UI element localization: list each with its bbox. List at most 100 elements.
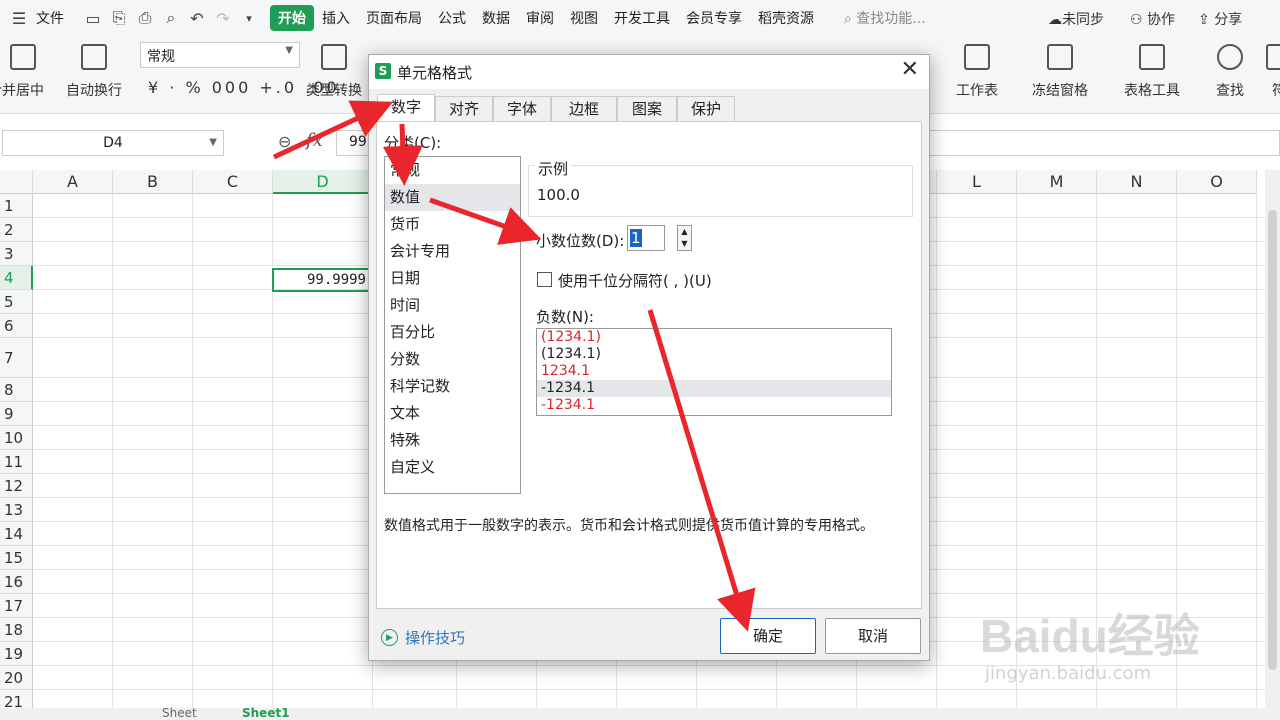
category-date[interactable]: 日期 xyxy=(385,265,520,292)
tab-data[interactable]: 数据 xyxy=(474,8,518,28)
fx-icon[interactable]: fx xyxy=(306,130,323,151)
category-currency[interactable]: 货币 xyxy=(385,211,520,238)
column-header-m[interactable]: M xyxy=(1017,170,1097,194)
column-header-a[interactable]: A xyxy=(33,170,113,194)
spin-up-icon[interactable]: ▲ xyxy=(678,226,691,238)
dialog-titlebar[interactable]: S 单元格格式 ✕ xyxy=(369,55,929,89)
tab-review[interactable]: 审阅 xyxy=(518,8,562,28)
name-box[interactable]: D4 ▼ xyxy=(2,130,224,156)
negative-option[interactable]: (1234.1) xyxy=(537,329,891,346)
tips-link[interactable]: 操作技巧 xyxy=(405,627,465,648)
ok-button[interactable]: 确定 xyxy=(720,618,816,654)
hamburger-menu-icon[interactable]: ☰ xyxy=(6,5,32,31)
category-accounting[interactable]: 会计专用 xyxy=(385,238,520,265)
column-header-o[interactable]: O xyxy=(1177,170,1257,194)
tab-docer[interactable]: 稻壳资源 xyxy=(750,8,822,28)
row-header[interactable]: 6 xyxy=(0,314,33,338)
formula-input-right[interactable] xyxy=(928,130,1280,156)
negative-option[interactable]: -1234.1 xyxy=(537,397,891,414)
table-tools-button[interactable]: 表格工具 xyxy=(1124,44,1180,100)
symbol-button[interactable]: 符 xyxy=(1266,44,1280,100)
decimal-stepper[interactable]: ▲ ▼ xyxy=(677,225,692,251)
sheet-tab[interactable]: Sheet xyxy=(162,706,197,720)
row-header[interactable]: 15 xyxy=(0,546,33,570)
number-format-select[interactable]: 常规 ▼ xyxy=(140,42,300,68)
freeze-panes-button[interactable]: 冻结窗格 xyxy=(1032,44,1088,100)
wrap-text-button[interactable]: 自动换行 xyxy=(66,44,122,100)
negative-option[interactable]: (1234.1) xyxy=(537,346,891,363)
category-special[interactable]: 特殊 xyxy=(385,427,520,454)
tab-member[interactable]: 会员专享 xyxy=(678,8,750,28)
merge-center-button[interactable]: 合并居中 xyxy=(0,44,44,100)
row-header[interactable]: 9 xyxy=(0,402,33,426)
customize-quick-access-icon[interactable]: ▾ xyxy=(236,5,262,31)
negative-numbers-list[interactable]: (1234.1) (1234.1) 1234.1 -1234.1 -1234.1 xyxy=(536,328,892,416)
row-header[interactable]: 7 xyxy=(0,338,33,378)
column-header-b[interactable]: B xyxy=(113,170,193,194)
category-percentage[interactable]: 百分比 xyxy=(385,319,520,346)
find-button[interactable]: 查找 xyxy=(1216,44,1244,100)
category-scientific[interactable]: 科学记数 xyxy=(385,373,520,400)
select-all-corner[interactable] xyxy=(0,170,33,194)
tab-page-layout[interactable]: 页面布局 xyxy=(358,8,430,28)
row-header[interactable]: 19 xyxy=(0,642,33,666)
selected-cell-d4[interactable]: 99.9999 xyxy=(272,268,372,292)
row-header[interactable]: 1 xyxy=(0,194,33,218)
close-icon[interactable]: ✕ xyxy=(901,57,919,82)
zoom-formula-icon[interactable]: ⊖ xyxy=(278,132,291,151)
tab-developer[interactable]: 开发工具 xyxy=(606,8,678,28)
decimal-places-input[interactable]: 1 xyxy=(627,225,665,251)
search-function[interactable]: ⌕ 查找功能... xyxy=(836,8,934,28)
column-header-l[interactable]: L xyxy=(937,170,1017,194)
vertical-scrollbar[interactable] xyxy=(1265,170,1280,710)
row-header[interactable]: 5 xyxy=(0,290,33,314)
row-header[interactable]: 14 xyxy=(0,522,33,546)
row-header[interactable]: 18 xyxy=(0,618,33,642)
thousands-separator-checkbox[interactable] xyxy=(537,272,552,287)
tab-home[interactable]: 开始 xyxy=(270,5,314,31)
row-header[interactable]: 10 xyxy=(0,426,33,450)
negative-option[interactable]: 1234.1 xyxy=(537,363,891,380)
negative-option-selected[interactable]: -1234.1 xyxy=(537,380,891,397)
category-number[interactable]: 数值 xyxy=(385,184,520,211)
tab-formulas[interactable]: 公式 xyxy=(430,8,474,28)
row-header[interactable]: 8 xyxy=(0,378,33,402)
row-header[interactable]: 3 xyxy=(0,242,33,266)
column-header-d[interactable]: D xyxy=(273,170,373,194)
collab-button[interactable]: ⚇ 协作 xyxy=(1130,9,1175,29)
row-header[interactable]: 11 xyxy=(0,450,33,474)
scrollbar-thumb[interactable] xyxy=(1268,210,1277,670)
row-header[interactable]: 20 xyxy=(0,666,33,690)
row-header[interactable]: 21 xyxy=(0,690,33,710)
category-custom[interactable]: 自定义 xyxy=(385,454,520,481)
row-header[interactable]: 4 xyxy=(0,266,33,290)
print-preview-icon[interactable]: ⌕ xyxy=(158,5,184,31)
thousands-separator-label[interactable]: 使用千位分隔符( , )(U) xyxy=(558,270,712,291)
column-header-n[interactable]: N xyxy=(1097,170,1177,194)
tab-font[interactable]: 字体 xyxy=(493,96,551,122)
save-icon[interactable]: ▭ xyxy=(80,5,106,31)
row-header[interactable]: 12 xyxy=(0,474,33,498)
tab-border[interactable]: 边框 xyxy=(551,96,617,122)
row-header[interactable]: 16 xyxy=(0,570,33,594)
category-fraction[interactable]: 分数 xyxy=(385,346,520,373)
sync-status[interactable]: ☁未同步 xyxy=(1048,9,1104,29)
export-icon[interactable]: ⎘ xyxy=(106,5,132,31)
row-header[interactable]: 17 xyxy=(0,594,33,618)
cancel-button[interactable]: 取消 xyxy=(825,618,921,654)
share-button[interactable]: ⇪ 分享 xyxy=(1198,9,1242,29)
print-icon[interactable]: ⎙ xyxy=(132,5,158,31)
redo-icon[interactable]: ↷ xyxy=(210,5,236,31)
category-time[interactable]: 时间 xyxy=(385,292,520,319)
category-general[interactable]: 常规 xyxy=(385,157,520,184)
tab-alignment[interactable]: 对齐 xyxy=(435,96,493,122)
tab-pattern[interactable]: 图案 xyxy=(617,96,677,122)
tab-insert[interactable]: 插入 xyxy=(314,8,358,28)
category-text[interactable]: 文本 xyxy=(385,400,520,427)
row-header[interactable]: 2 xyxy=(0,218,33,242)
row-header[interactable]: 13 xyxy=(0,498,33,522)
column-header-c[interactable]: C xyxy=(193,170,273,194)
tab-number[interactable]: 数字 xyxy=(377,94,435,122)
file-menu[interactable]: 文件 xyxy=(32,8,72,28)
tab-protection[interactable]: 保护 xyxy=(677,96,735,122)
